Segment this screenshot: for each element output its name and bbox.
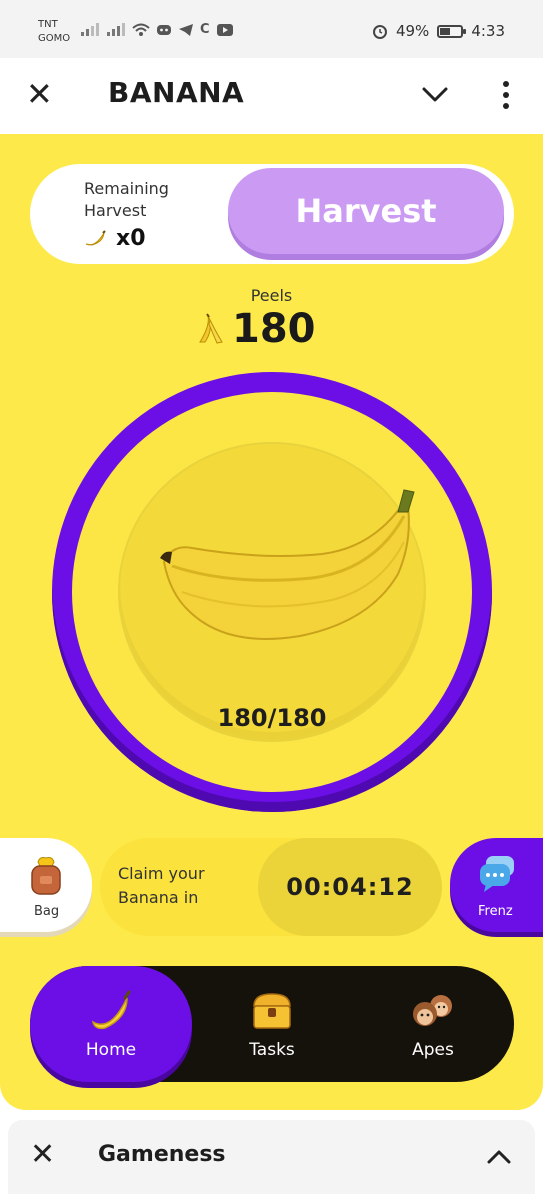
status-icons: C [80,22,234,37]
app-header: ✕ BANANA [0,58,543,134]
youtube-icon [216,23,233,36]
nav-home-label: Home [85,1040,137,1060]
nav-apes[interactable]: Apes [352,966,514,1082]
banana-peel-icon [199,313,223,344]
nav-apes-label: Apes [412,1040,454,1060]
signal-icon [81,22,99,36]
claim-text: Claim your Banana in [118,864,205,907]
discord-icon [157,24,171,35]
remaining-harvest-label: Remaining Harvest [84,179,169,220]
bottom-nav: Home Tasks Apes [30,966,514,1082]
status-bar: TNT GOMO C 49% 4:33 [0,0,543,58]
close-icon[interactable]: ✕ [30,1140,55,1170]
telegram-icon [179,23,193,36]
peels-label: Peels [250,286,293,305]
page-title: BANANA [108,76,245,109]
more-vert-icon[interactable] [500,80,512,110]
alarm-icon [372,25,387,39]
harvest-button[interactable]: Harvest [228,168,504,254]
monkeys-icon [413,995,452,1026]
nav-home[interactable]: Home [30,966,192,1082]
claim-timer-pill: Claim your Banana in 00:04:12 [100,838,442,936]
nav-tasks-label: Tasks [249,1040,295,1060]
energy-counter: 180/180 [217,704,327,732]
remaining-harvest-count: x0 [84,226,146,251]
wifi-icon [132,23,150,36]
close-icon[interactable]: ✕ [26,78,53,110]
harvest-card: Remaining Harvest x0 Harvest [30,164,514,264]
banana-icon [91,990,131,1030]
treasure-chest-icon [253,993,291,1029]
bag-icon [31,857,61,895]
chevron-down-icon[interactable] [420,80,450,108]
mini-app-bar[interactable]: ✕ Gameness [8,1120,535,1194]
bag-label: Bag [34,904,60,919]
game-area: Remaining Harvest x0 Harvest Peels 180 1… [0,134,543,1110]
signal-icon-2 [107,22,125,36]
carrier-name: TNT GOMO [38,19,71,44]
peels-value: 180 [192,306,316,352]
nav-tasks[interactable]: Tasks [192,966,352,1082]
chat-bubble-icon [480,856,514,892]
bag-button[interactable]: Bag [0,838,92,932]
battery-fill [440,27,451,35]
frenz-label: Frenz [478,904,513,919]
frenz-button[interactable]: Frenz [450,838,543,932]
status-right: 49% 4:33 [372,22,505,40]
claim-timer: 00:04:12 [258,838,442,936]
chevron-up-icon[interactable] [486,1144,512,1170]
clock: 4:33 [471,22,505,40]
battery-icon [437,24,467,38]
c-app-icon: C [200,22,210,37]
ring-inner [72,392,472,792]
battery-percent: 49% [395,22,430,40]
mini-app-title: Gameness [98,1142,226,1167]
banana-icon [85,229,106,246]
banana-tap-ring[interactable]: 180/180 [52,372,492,812]
banana-image[interactable] [112,482,432,682]
